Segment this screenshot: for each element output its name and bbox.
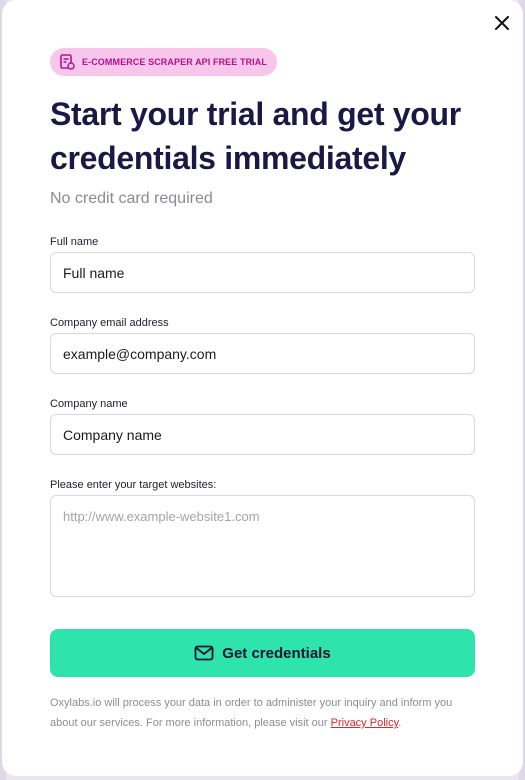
email-label: Company email address xyxy=(50,317,169,329)
trial-badge: E-COMMERCE SCRAPER API FREE TRIAL xyxy=(50,48,277,76)
privacy-end: . xyxy=(398,717,402,729)
badge-label: E-COMMERCE SCRAPER API FREE TRIAL xyxy=(82,57,267,67)
websites-textarea[interactable]: http://www.example-website1.com xyxy=(50,495,475,597)
cta-label: Get credentials xyxy=(222,644,331,662)
privacy-notice: Oxylabs.io will process your data in ord… xyxy=(50,693,480,733)
get-credentials-button[interactable]: Get credentials xyxy=(50,629,475,677)
email-field[interactable]: example@company.com xyxy=(50,333,475,374)
cart-document-icon xyxy=(60,54,75,70)
privacy-policy-link[interactable]: Privacy Policy xyxy=(331,717,399,729)
company-label: Company name xyxy=(50,398,128,410)
websites-label: Please enter your target websites: xyxy=(50,479,217,491)
page-title: Start your trial and get your credential… xyxy=(50,96,461,176)
trial-modal: E-COMMERCE SCRAPER API FREE TRIAL Start … xyxy=(2,0,523,776)
full-name-field[interactable]: Full name xyxy=(50,252,475,293)
full-name-label: Full name xyxy=(50,236,99,248)
subtitle: No credit card required xyxy=(50,190,213,207)
company-field[interactable]: Company name xyxy=(50,414,475,455)
close-icon xyxy=(495,16,509,30)
close-button[interactable] xyxy=(490,11,514,35)
mail-icon xyxy=(194,645,214,661)
